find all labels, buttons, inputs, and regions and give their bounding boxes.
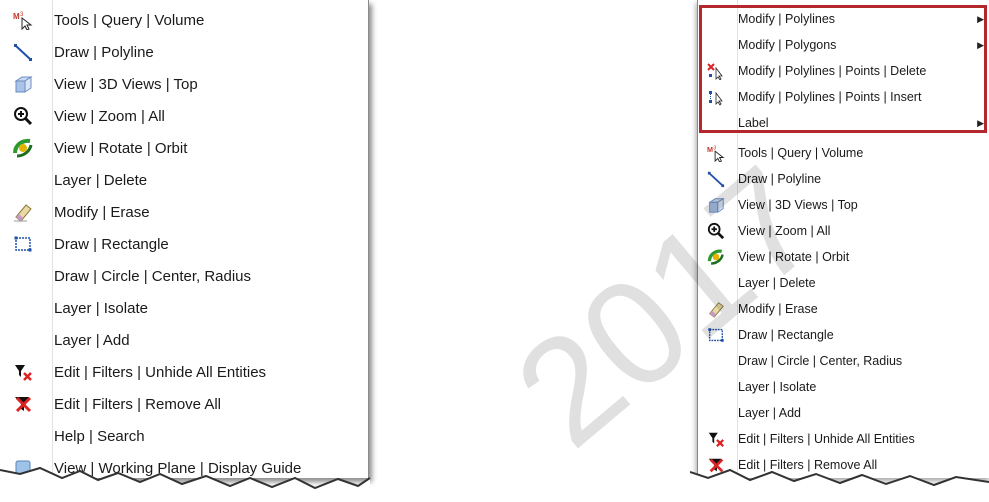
torn-edge-left (0, 466, 371, 502)
